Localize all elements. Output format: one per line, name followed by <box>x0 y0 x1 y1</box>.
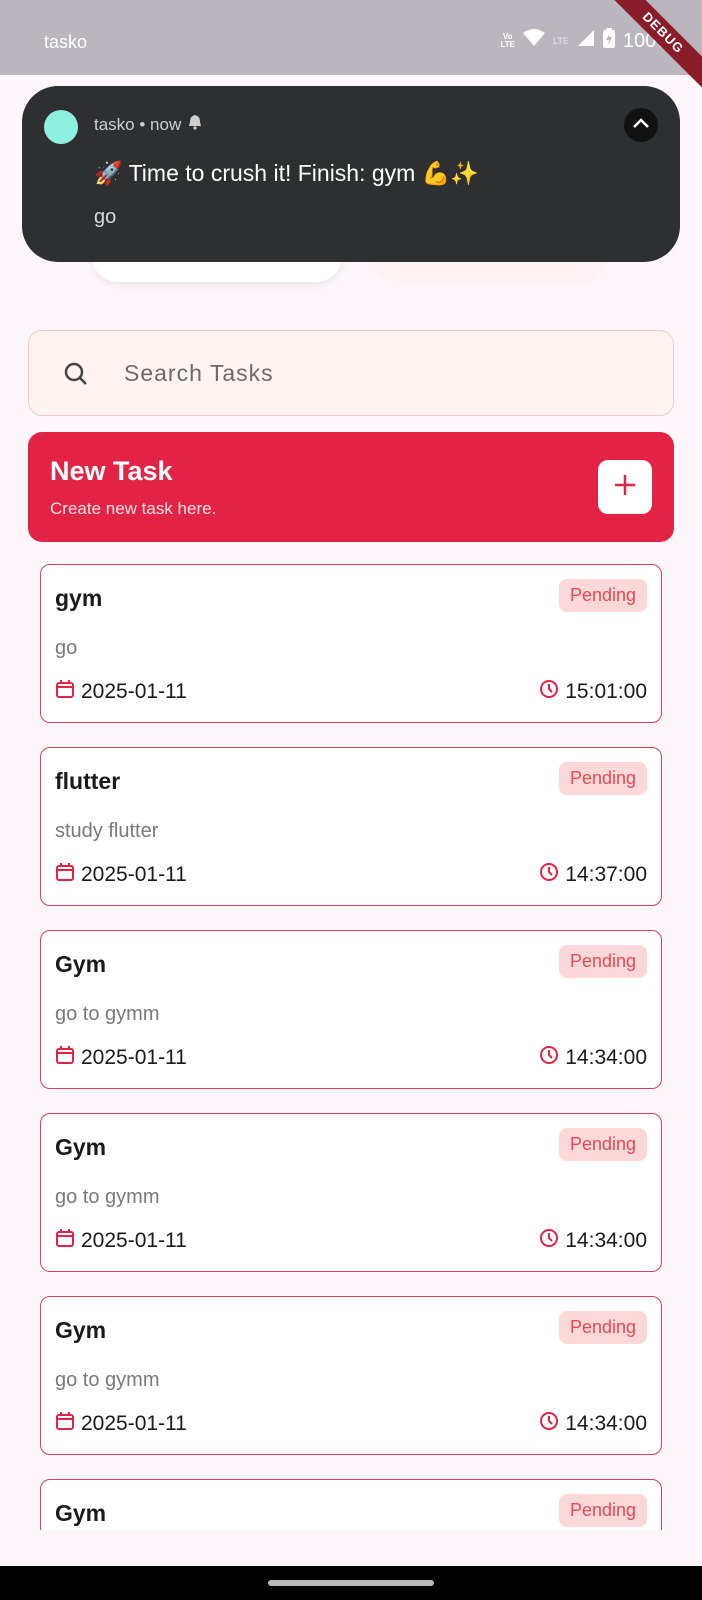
status-app-name: tasko <box>44 32 88 52</box>
plus-icon <box>613 473 637 502</box>
status-badge: Pending <box>558 945 647 978</box>
task-time: 15:01:00 <box>539 679 647 705</box>
home-gesture-handle[interactable] <box>268 1580 434 1586</box>
status-badge: Pending <box>558 762 647 795</box>
task-title: Gym <box>55 1134 107 1160</box>
task-description: go to gymm <box>55 1003 160 1025</box>
status-badge: Pending <box>558 1494 647 1527</box>
task-description: study flutter <box>55 820 159 842</box>
search-icon <box>63 361 89 392</box>
status-badge: Pending <box>558 579 647 612</box>
task-card[interactable]: Gym Pending go to gymm 2025-01-11 14:34:00 <box>40 1113 662 1272</box>
notification-body: go <box>94 206 117 228</box>
bell-icon <box>187 114 203 135</box>
volte-icon: Vo LTE <box>500 32 515 49</box>
task-date: 2025-01-11 <box>55 1411 187 1437</box>
task-time-text: 14:34:00 <box>565 1046 647 1069</box>
task-description: go to gymm <box>55 1369 160 1391</box>
battery-icon <box>602 28 615 54</box>
calendar-icon <box>55 1045 75 1071</box>
task-date-text: 2025-01-11 <box>81 863 187 886</box>
add-task-button[interactable] <box>598 460 652 514</box>
calendar-icon <box>55 1228 75 1254</box>
task-card[interactable]: Gym Pending go to gymm 2025-01-11 14:34:00 <box>40 1296 662 1455</box>
task-title: flutter <box>55 768 121 794</box>
task-date: 2025-01-11 <box>55 1228 187 1254</box>
task-time-text: 14:34:00 <box>565 1412 647 1435</box>
clock-icon <box>539 679 559 705</box>
collapse-notification-button[interactable] <box>624 108 658 142</box>
task-time-text: 14:37:00 <box>565 863 647 886</box>
task-description: go <box>55 637 78 659</box>
calendar-icon <box>55 679 75 705</box>
clock-icon <box>539 1228 559 1254</box>
clock-icon <box>539 862 559 888</box>
search-bar[interactable] <box>28 330 674 416</box>
task-card[interactable]: gym Pending go 2025-01-11 15:01:00 <box>40 564 662 723</box>
heads-up-notification[interactable]: tasko • now 🚀 Time to crush it! Finish: … <box>22 86 680 262</box>
task-time: 14:37:00 <box>539 862 647 888</box>
notification-meta: tasko • now <box>94 114 203 135</box>
notification-title: 🚀 Time to crush it! Finish: gym 💪✨ <box>94 160 479 186</box>
task-description: go to gymm <box>55 1186 160 1208</box>
signal-icon <box>577 29 595 53</box>
search-input[interactable] <box>124 353 624 393</box>
task-card[interactable]: Gym Pending <box>40 1479 662 1530</box>
calendar-icon <box>55 862 75 888</box>
navigation-bar <box>0 1566 702 1600</box>
task-time: 14:34:00 <box>539 1045 647 1071</box>
task-date: 2025-01-11 <box>55 679 187 705</box>
new-task-banner[interactable]: New Task Create new task here. <box>28 432 674 542</box>
notification-app-icon <box>44 110 78 144</box>
clock-icon <box>539 1045 559 1071</box>
task-date: 2025-01-11 <box>55 862 187 888</box>
task-title: Gym <box>55 1500 107 1526</box>
task-card[interactable]: Gym Pending go to gymm 2025-01-11 14:34:00 <box>40 930 662 1089</box>
task-title: Gym <box>55 951 107 977</box>
new-task-subtitle: Create new task here. <box>50 499 217 518</box>
clock-icon <box>539 1411 559 1437</box>
task-time: 14:34:00 <box>539 1228 647 1254</box>
task-time: 14:34:00 <box>539 1411 647 1437</box>
task-date-text: 2025-01-11 <box>81 680 187 703</box>
status-bar: tasko Vo LTE LTE 100% DEBUG <box>0 0 702 101</box>
task-card[interactable]: flutter Pending study flutter 2025-01-11 14:… <box>40 747 662 906</box>
task-date-text: 2025-01-11 <box>81 1046 187 1069</box>
status-badge: Pending <box>558 1128 647 1161</box>
new-task-title: New Task <box>50 456 173 486</box>
notification-meta-text: tasko • now <box>94 114 182 134</box>
task-title: Gym <box>55 1317 107 1343</box>
calendar-icon <box>55 1411 75 1437</box>
chevron-up-icon <box>632 116 650 134</box>
wifi-icon <box>523 29 545 53</box>
status-badge: Pending <box>558 1311 647 1344</box>
task-title: gym <box>55 585 103 611</box>
lte-label: LTE <box>553 36 569 46</box>
task-date-text: 2025-01-11 <box>81 1412 187 1435</box>
task-date: 2025-01-11 <box>55 1045 187 1071</box>
task-time-text: 14:34:00 <box>565 1229 647 1252</box>
task-list[interactable]: gym Pending go 2025-01-11 15:01:00 flutter Pen… <box>40 564 662 1530</box>
task-time-text: 15:01:00 <box>565 680 647 703</box>
task-date-text: 2025-01-11 <box>81 1229 187 1252</box>
